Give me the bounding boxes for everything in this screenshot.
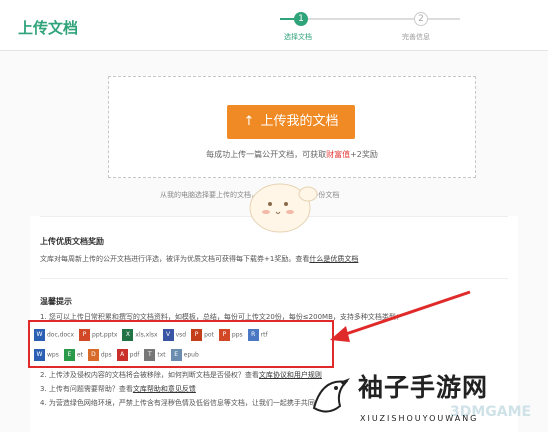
watermark: 袖子手游网 3DMGAME XIUZISHOUYOUWANG [300, 362, 548, 432]
watermark-title: 袖子手游网 [358, 373, 489, 402]
bird-logo-icon [312, 378, 350, 413]
page: 上传文档 1 2 选择文档 完善信息 ↑ 上传我的文档 每成功上传一篇公开文档，可… [0, 0, 548, 432]
watermark-subtitle: XIUZISHOUYOUWANG [360, 414, 479, 423]
